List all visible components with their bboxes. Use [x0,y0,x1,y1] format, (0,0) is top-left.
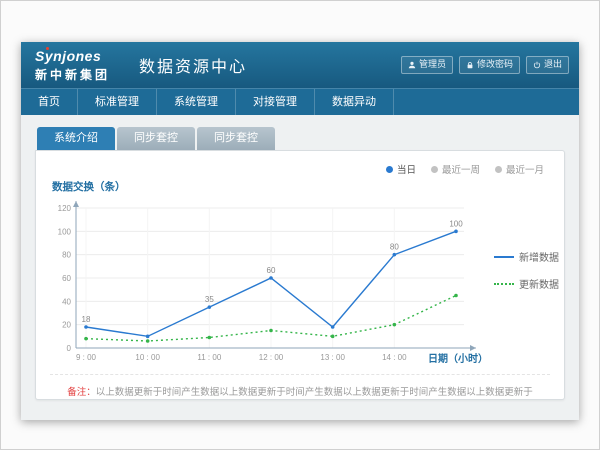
tab-sync-monitor-1[interactable]: 同步套控 [117,127,195,150]
nav-item-home[interactable]: 首页 [21,89,78,115]
svg-text:100: 100 [58,227,72,236]
tab-bar: 系统介绍 同步套控 同步套控 [37,127,565,150]
filter-today[interactable]: 当日 [386,162,416,176]
nav-item-datachange[interactable]: 数据异动 [315,89,394,115]
brand-logo-text: Synjones [35,48,123,64]
app-window: Synjones 新中新集团 数据资源中心 管理员 修改密码 退出 首页 标准管… [21,42,579,420]
svg-text:9 : 00: 9 : 00 [76,353,97,362]
chart-y-axis-title: 数据交换（条） [52,179,564,194]
logout-icon [533,61,541,69]
tab-sync-monitor-2[interactable]: 同步套控 [197,127,275,150]
app-header: Synjones 新中新集团 数据资源中心 管理员 修改密码 退出 [21,42,579,88]
nav-item-system[interactable]: 系统管理 [157,89,236,115]
svg-text:120: 120 [58,204,72,213]
chart-panel: 当日 最近一周 最近一月 数据交换（条） 0 20 40 60 80 100 120 9 : … [35,150,565,400]
footnote: 备注：以上数据更新于时间产生数据以上数据更新于时间产生数据以上数据更新于时间产生… [50,374,550,399]
svg-text:80: 80 [390,243,399,252]
footnote-text: 以上数据更新于时间产生数据以上数据更新于时间产生数据以上数据更新于时间产生数据以… [96,387,533,398]
change-password-button[interactable]: 修改密码 [459,56,520,74]
filter-dot-icon [495,166,502,173]
svg-text:60: 60 [267,266,276,275]
svg-text:80: 80 [62,251,71,260]
desktop: { "header": { "logo_text": "Synjones", "… [0,0,600,450]
brand-company-name: 新中新集团 [35,66,123,83]
main-nav: 首页 标准管理 系统管理 对接管理 数据异动 [21,88,579,115]
legend-updated-data-label: 更新数据 [519,276,559,291]
change-password-label: 修改密码 [477,59,513,71]
svg-text:20: 20 [62,321,71,330]
chart-row: 0 20 40 60 80 100 120 9 : 00 10 : 00 11 : 00 12 : … [36,196,564,374]
filter-last-week-label: 最近一周 [442,162,480,176]
solid-line-icon [494,256,514,258]
legend-new-data[interactable]: 新增数据 [494,249,559,264]
page-title: 数据资源中心 [139,53,247,77]
footnote-label: 备注： [67,387,96,398]
filter-last-week[interactable]: 最近一周 [431,162,480,176]
svg-text:日期（小时）: 日期（小时） [428,352,488,365]
filter-today-label: 当日 [397,162,416,176]
svg-text:35: 35 [205,295,214,304]
line-chart: 0 20 40 60 80 100 120 9 : 00 10 : 00 11 : 00 12 : … [40,196,492,374]
svg-text:10 : 00: 10 : 00 [135,353,160,362]
admin-user-label: 管理员 [419,59,446,71]
filter-dot-icon [386,166,393,173]
lock-icon [466,61,474,69]
dotted-line-icon [494,283,514,285]
brand-logo: Synjones 新中新集团 [31,48,123,83]
filter-last-month[interactable]: 最近一月 [495,162,544,176]
legend-new-data-label: 新增数据 [519,249,559,264]
logout-label: 退出 [544,59,562,71]
header-actions: 管理员 修改密码 退出 [401,56,569,74]
svg-text:40: 40 [62,297,71,306]
legend-updated-data[interactable]: 更新数据 [494,276,559,291]
range-filters: 当日 最近一周 最近一月 [386,162,544,176]
svg-text:60: 60 [62,274,71,283]
admin-user-button[interactable]: 管理员 [401,56,453,74]
svg-text:0: 0 [67,344,72,353]
svg-text:100: 100 [449,219,463,228]
nav-item-interface[interactable]: 对接管理 [236,89,315,115]
tab-system-intro[interactable]: 系统介绍 [37,127,115,150]
filter-last-month-label: 最近一月 [506,162,544,176]
series-legend: 新增数据 更新数据 [494,249,559,291]
svg-text:12 : 00: 12 : 00 [259,353,284,362]
user-icon [408,61,416,69]
filter-dot-icon [431,166,438,173]
svg-text:13 : 00: 13 : 00 [320,353,345,362]
content-area: 系统介绍 同步套控 同步套控 当日 最近一周 最近一月 数据交换（条） [21,115,579,420]
logout-button[interactable]: 退出 [526,56,569,74]
logo-accent-dot [46,47,49,50]
svg-text:14 : 00: 14 : 00 [382,353,407,362]
svg-text:18: 18 [82,315,91,324]
nav-item-standards[interactable]: 标准管理 [78,89,157,115]
svg-text:11 : 00: 11 : 00 [197,353,221,362]
